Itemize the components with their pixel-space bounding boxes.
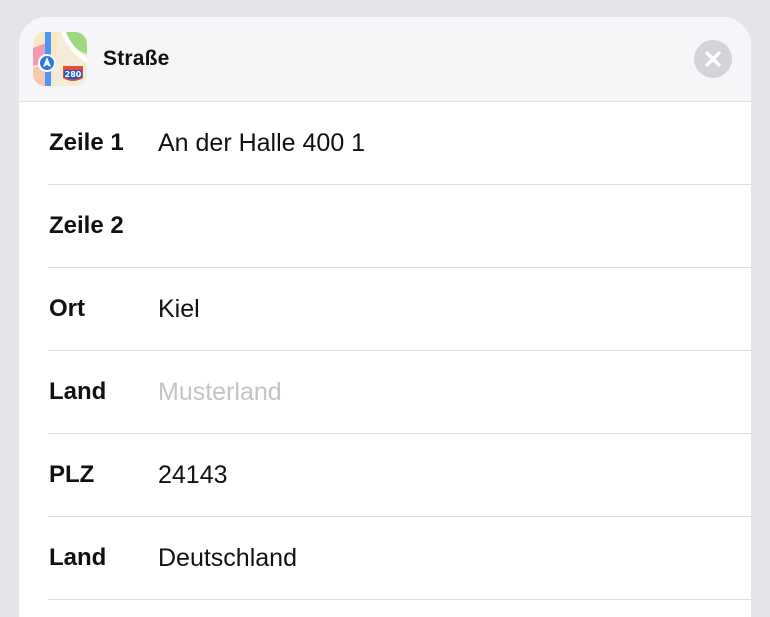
field-label: Ort [49,295,85,322]
field-row-land-region: Land [48,351,751,434]
ort-input[interactable] [158,292,718,326]
zeile-1-input[interactable] [158,126,718,160]
close-icon [705,51,721,67]
address-fields: Zeile 1 Zeile 2 Ort Land PLZ Land [19,102,751,600]
field-row-ort: Ort [48,268,751,351]
address-sheet: 280 Straße Zeile 1 Zeile 2 Ort Land PLZ [19,17,751,617]
field-label: PLZ [49,461,95,488]
close-button[interactable] [694,40,732,78]
land-region-input[interactable] [158,375,718,409]
header-title: Straße [103,47,170,70]
field-label: Land [49,378,107,405]
field-row-plz: PLZ [48,434,751,517]
field-row-zeile-1: Zeile 1 [48,102,751,185]
sheet-header: 280 Straße [19,17,751,102]
field-row-zeile-2: Zeile 2 [48,185,751,268]
field-label: Land [49,544,107,571]
plz-input[interactable] [158,458,718,492]
field-label: Zeile 2 [49,212,124,239]
field-row-land-country: Land [48,517,751,600]
svg-text:280: 280 [65,70,82,79]
zeile-2-input[interactable] [158,209,718,243]
land-country-input[interactable] [158,541,718,575]
maps-app-icon: 280 [33,32,87,86]
field-label: Zeile 1 [49,129,124,156]
